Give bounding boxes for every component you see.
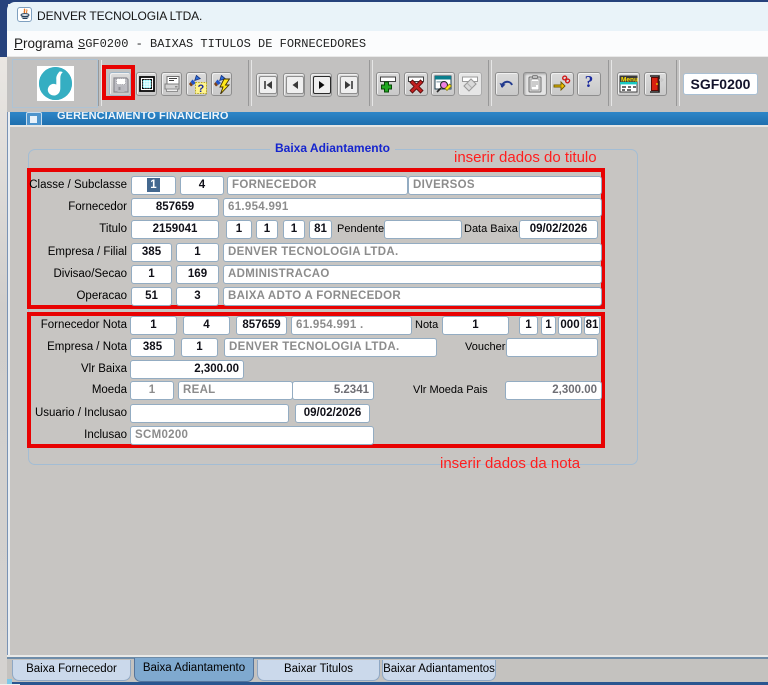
svg-text:?: ?	[198, 83, 205, 94]
